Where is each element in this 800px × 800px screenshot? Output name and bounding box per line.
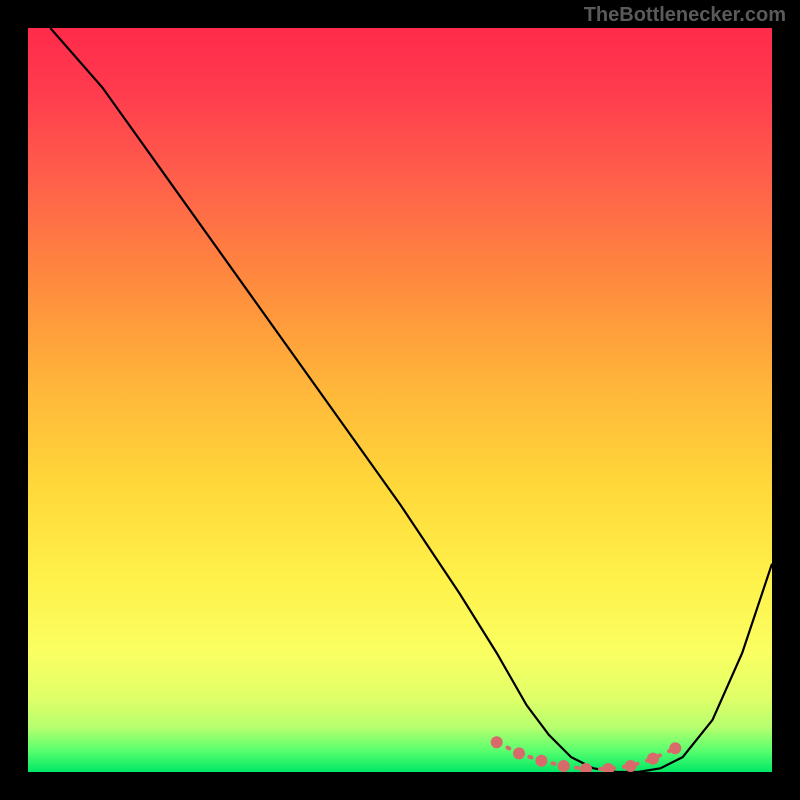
optimal-range-markers xyxy=(491,736,682,772)
chart-svg xyxy=(28,28,772,772)
marker-dot xyxy=(602,763,614,772)
marker-dot xyxy=(580,763,592,772)
watermark-text: TheBottlenecker.com xyxy=(584,4,786,27)
marker-dot xyxy=(558,760,570,772)
marker-dot xyxy=(669,742,681,754)
marker-dot xyxy=(625,760,637,772)
bottleneck-curve xyxy=(50,28,772,772)
marker-dot xyxy=(647,753,659,765)
marker-dot xyxy=(535,755,547,767)
marker-dot xyxy=(491,736,503,748)
marker-dot xyxy=(513,747,525,759)
plot-area xyxy=(28,28,772,772)
